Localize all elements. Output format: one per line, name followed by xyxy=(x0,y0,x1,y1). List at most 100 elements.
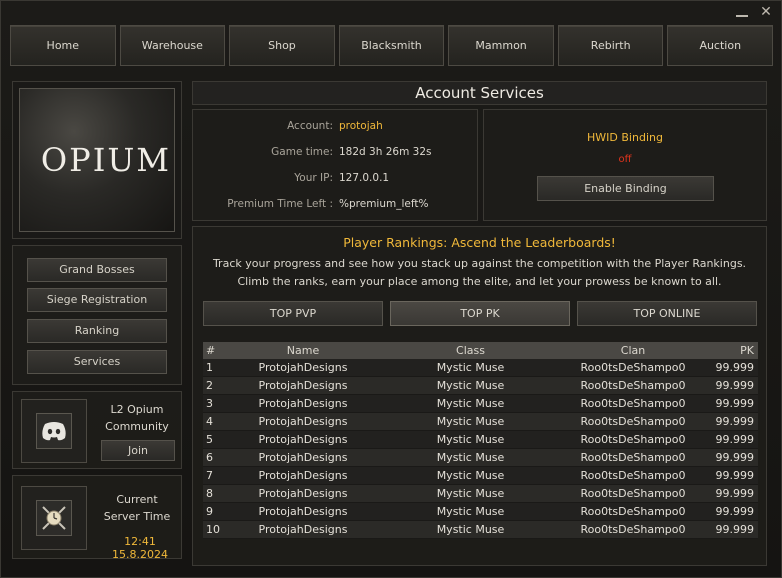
table-row[interactable]: 10 ProtojahDesigns Mystic Muse Roo0tsDeSham… xyxy=(203,521,758,539)
rankings-table: # Name Class Clan PK 1 ProtojahDesigns Mys… xyxy=(203,342,758,539)
table-cell-rank: 9 xyxy=(206,505,213,518)
table-row[interactable]: 1 ProtojahDesigns Mystic Muse Roo0tsDeShamp… xyxy=(203,359,758,377)
nav-mammon-button[interactable]: Mammon xyxy=(448,25,554,66)
nav-shop-button[interactable]: Shop xyxy=(229,25,335,66)
minimize-icon[interactable] xyxy=(735,5,749,19)
table-cell-class: Mystic Muse xyxy=(436,487,505,500)
table-cell-clan: Roo0tsDeShampo0 xyxy=(580,397,686,410)
game-time-value: 182d 3h 26m 32s xyxy=(339,146,432,158)
table-cell-class: Mystic Muse xyxy=(436,397,505,410)
table-cell-pk: 99.999 xyxy=(715,415,755,428)
hwid-title: HWID Binding xyxy=(587,131,663,144)
table-row[interactable]: 8 ProtojahDesigns Mystic Muse Roo0tsDeShamp… xyxy=(203,485,758,503)
table-cell-pk: 99.999 xyxy=(715,433,755,446)
column-header-clan: Clan xyxy=(620,344,646,357)
table-cell-class: Mystic Muse xyxy=(436,523,505,536)
table-cell-clan: Roo0tsDeShampo0 xyxy=(580,415,686,428)
table-row[interactable]: 3 ProtojahDesigns Mystic Muse Roo0tsDeShamp… xyxy=(203,395,758,413)
table-cell-name: ProtojahDesigns xyxy=(258,505,348,518)
table-row[interactable]: 7 ProtojahDesigns Mystic Muse Roo0tsDeShamp… xyxy=(203,467,758,485)
column-header-pk: PK xyxy=(740,344,754,357)
server-time-line-1: Current xyxy=(116,493,158,506)
join-button[interactable]: Join xyxy=(101,440,175,461)
nav-rebirth-button[interactable]: Rebirth xyxy=(557,25,664,66)
table-cell-clan: Roo0tsDeShampo0 xyxy=(580,451,686,464)
rankings-description-2: Climb the ranks, earn your place among t… xyxy=(237,275,722,288)
table-cell-name: ProtojahDesigns xyxy=(258,397,348,410)
rankings-description-1: Track your progress and see how you stac… xyxy=(212,257,747,270)
nav-blacksmith-button[interactable]: Blacksmith xyxy=(338,25,445,66)
column-header-rank: # xyxy=(206,344,216,357)
account-info-panel: Account: protojah Game time: 182d 3h 26m… xyxy=(192,109,478,221)
premium-label: Premium Time Left : xyxy=(227,198,333,210)
table-cell-pk: 99.999 xyxy=(715,379,755,392)
server-time-panel: Current Server Time 12:41 15.8.2024 xyxy=(12,475,182,561)
table-cell-name: ProtojahDesigns xyxy=(258,451,348,464)
top-nav: Home Warehouse Shop Blacksmith Mammon Re… xyxy=(10,25,774,66)
account-label: Account: xyxy=(287,120,333,132)
clock-swords-icon xyxy=(36,500,72,536)
table-cell-class: Mystic Muse xyxy=(436,361,505,374)
table-cell-name: ProtojahDesigns xyxy=(258,379,348,392)
ip-label: Your IP: xyxy=(294,172,333,184)
table-cell-pk: 99.999 xyxy=(715,487,755,500)
table-row[interactable]: 6 ProtojahDesigns Mystic Muse Roo0tsDeShamp… xyxy=(203,449,758,467)
window-controls: ✕ xyxy=(735,5,773,19)
table-cell-class: Mystic Muse xyxy=(436,505,505,518)
server-time-label: Current Server Time xyxy=(97,491,177,525)
table-row[interactable]: 4 ProtojahDesigns Mystic Muse Roo0tsDeShamp… xyxy=(203,413,758,431)
table-cell-clan: Roo0tsDeShampo0 xyxy=(580,505,686,518)
column-header-class: Class xyxy=(456,344,485,357)
table-cell-class: Mystic Muse xyxy=(436,415,505,428)
sidebar-menu: Grand Bosses Siege Registration Ranking … xyxy=(12,245,182,385)
table-cell-clan: Roo0tsDeShampo0 xyxy=(580,523,686,536)
table-cell-clan: Roo0tsDeShampo0 xyxy=(580,361,686,374)
tab-top-pk[interactable]: TOP PK xyxy=(390,301,570,326)
table-cell-pk: 99.999 xyxy=(715,505,755,518)
table-cell-clan: Roo0tsDeShampo0 xyxy=(580,469,686,482)
table-cell-clan: Roo0tsDeShampo0 xyxy=(580,433,686,446)
table-cell-pk: 99.999 xyxy=(715,523,755,536)
table-cell-class: Mystic Muse xyxy=(436,379,505,392)
table-cell-clan: Roo0tsDeShampo0 xyxy=(580,487,686,500)
column-header-name: Name xyxy=(286,344,320,357)
nav-home-button[interactable]: Home xyxy=(10,25,116,66)
table-cell-clan: Roo0tsDeShampo0 xyxy=(580,379,686,392)
account-value: protojah xyxy=(339,120,383,132)
table-cell-rank: 3 xyxy=(206,397,213,410)
enable-binding-button[interactable]: Enable Binding xyxy=(537,176,714,201)
rankings-panel: Player Rankings: Ascend the Leaderboards… xyxy=(192,226,767,566)
table-cell-pk: 99.999 xyxy=(715,397,755,410)
table-row[interactable]: 5 ProtojahDesigns Mystic Muse Roo0tsDeShamp… xyxy=(203,431,758,449)
nav-auction-button[interactable]: Auction xyxy=(667,25,774,66)
table-row[interactable]: 9 ProtojahDesigns Mystic Muse Roo0tsDeShamp… xyxy=(203,503,758,521)
close-icon[interactable]: ✕ xyxy=(759,5,773,19)
discord-icon-frame xyxy=(21,399,87,463)
table-cell-rank: 8 xyxy=(206,487,213,500)
table-cell-rank: 10 xyxy=(206,523,220,536)
discord-icon xyxy=(36,413,72,449)
logo-panel: OPIUM xyxy=(12,81,182,239)
sidebar-item-services[interactable]: Services xyxy=(27,350,167,374)
tab-top-pvp[interactable]: TOP PVP xyxy=(203,301,383,326)
community-panel: L2 Opium Community Join xyxy=(12,391,182,469)
hwid-panel: HWID Binding off Enable Binding xyxy=(483,109,767,221)
server-time-icon-frame xyxy=(21,486,87,550)
sidebar-item-grand-bosses[interactable]: Grand Bosses xyxy=(27,258,167,282)
table-cell-name: ProtojahDesigns xyxy=(258,523,348,536)
table-cell-name: ProtojahDesigns xyxy=(258,415,348,428)
table-cell-class: Mystic Muse xyxy=(436,451,505,464)
table-cell-rank: 4 xyxy=(206,415,213,428)
table-header: # Name Class Clan PK xyxy=(203,342,758,359)
nav-warehouse-button[interactable]: Warehouse xyxy=(119,25,226,66)
table-row[interactable]: 2 ProtojahDesigns Mystic Muse Roo0tsDeShamp… xyxy=(203,377,758,395)
logo-text: OPIUM xyxy=(40,141,172,179)
server-time-line-2: Server Time xyxy=(103,510,171,523)
sidebar-item-siege-registration[interactable]: Siege Registration xyxy=(27,288,167,312)
server-time-value: 12:41 15.8.2024 xyxy=(112,535,168,561)
sidebar-item-ranking[interactable]: Ranking xyxy=(27,319,167,343)
ip-value: 127.0.0.1 xyxy=(339,172,390,184)
rankings-heading: Player Rankings: Ascend the Leaderboards… xyxy=(343,235,616,250)
tab-top-online[interactable]: TOP ONLINE xyxy=(577,301,757,326)
table-cell-rank: 2 xyxy=(206,379,213,392)
